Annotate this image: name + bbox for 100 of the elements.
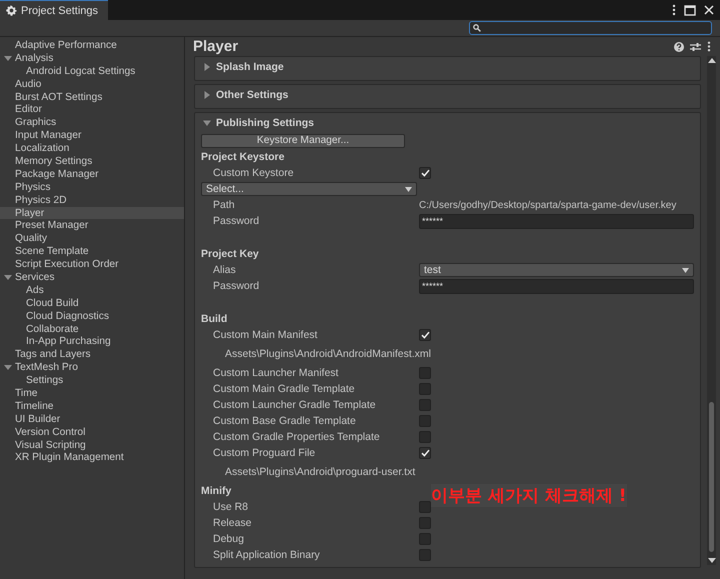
- sidebar-item[interactable]: Cloud Diagnostics: [0, 310, 184, 323]
- file-path: Assets\Plugins\Android\AndroidManifest.xml: [224, 348, 432, 360]
- setting-label: Alias: [212, 264, 237, 276]
- window-tab[interactable]: Project Settings: [0, 0, 108, 20]
- scroll-thumb[interactable]: [709, 402, 714, 552]
- setting-label: Use R8: [212, 501, 250, 513]
- sidebar-item[interactable]: UI Builder: [0, 412, 184, 426]
- setting-label: Custom Gradle Properties Template: [212, 431, 381, 443]
- search-field[interactable]: [469, 21, 712, 35]
- caret-icon: [682, 268, 689, 272]
- file-path: Assets\Plugins\Android\proguard-user.txt: [224, 466, 416, 478]
- scroll-up-icon[interactable]: [708, 58, 716, 63]
- setting-label: Custom Main Manifest: [212, 329, 318, 341]
- sidebar-item[interactable]: Input Manager: [0, 129, 184, 142]
- caret-icon: [405, 186, 412, 192]
- checkbox[interactable]: [419, 399, 431, 411]
- expand-arrow-icon[interactable]: [4, 364, 12, 372]
- sidebar-item[interactable]: XR Plugin Management: [0, 452, 184, 464]
- window-title: Project Settings: [21, 4, 98, 16]
- checkbox[interactable]: [419, 431, 431, 443]
- checkbox[interactable]: [419, 329, 431, 341]
- section-header[interactable]: Other Settings: [195, 85, 700, 104]
- annotation-text: 이부분 세가지 체크해제 !: [431, 484, 627, 507]
- setting-label: Custom Base Gradle Template: [212, 415, 357, 427]
- setting-label: Password: [212, 215, 260, 227]
- sidebar-item[interactable]: Services: [0, 271, 184, 284]
- setting-label: Split Application Binary: [212, 549, 321, 561]
- sidebar-item[interactable]: Localization: [0, 142, 184, 156]
- sliders-icon[interactable]: [690, 42, 701, 52]
- expand-arrow-icon[interactable]: [4, 54, 12, 62]
- password-field[interactable]: ******: [419, 214, 694, 228]
- sidebar-item[interactable]: Ads: [0, 284, 184, 297]
- scrollbar[interactable]: [707, 56, 716, 565]
- sidebar-item[interactable]: Graphics: [0, 116, 184, 130]
- sidebar-item[interactable]: Burst AOT Settings: [0, 90, 184, 104]
- sidebar-item[interactable]: Editor: [0, 103, 184, 116]
- settings-icon: [6, 5, 17, 16]
- checkbox[interactable]: [419, 517, 431, 529]
- sidebar-item[interactable]: Memory Settings: [0, 155, 184, 168]
- inspector-title: Player: [193, 38, 238, 55]
- sidebar-item[interactable]: Quality: [0, 232, 184, 246]
- sidebar-item[interactable]: Tags and Layers: [0, 348, 184, 362]
- setting-label: Debug: [212, 533, 245, 545]
- password-field[interactable]: ******: [419, 278, 694, 294]
- setting-label: Custom Launcher Manifest: [212, 367, 340, 379]
- checkbox[interactable]: [419, 533, 431, 545]
- sidebar-item[interactable]: Package Manager: [0, 168, 184, 181]
- sidebar-item[interactable]: Physics: [0, 180, 184, 194]
- setting-label: Path: [212, 199, 236, 211]
- setting-label: Custom Proguard File: [212, 447, 316, 459]
- keystore-dropdown[interactable]: Select...: [201, 182, 417, 196]
- sidebar-item[interactable]: Android Logcat Settings: [0, 64, 184, 78]
- expand-arrow-icon: [203, 118, 211, 126]
- sidebar-item[interactable]: Timeline: [0, 400, 184, 413]
- sidebar-item[interactable]: Preset Manager: [0, 219, 184, 232]
- sidebar-item[interactable]: Script Execution Order: [0, 258, 184, 272]
- sidebar-item[interactable]: Physics 2D: [0, 194, 184, 207]
- setting-label: Custom Main Gradle Template: [212, 383, 356, 395]
- search-icon: [473, 24, 481, 32]
- maximize-icon[interactable]: [684, 4, 696, 16]
- sidebar-item[interactable]: TextMesh Pro: [0, 361, 184, 374]
- sidebar-item[interactable]: Visual Scripting: [0, 438, 184, 452]
- group-heading: Build: [201, 313, 228, 325]
- sidebar-item[interactable]: Settings: [0, 374, 184, 388]
- sidebar-item[interactable]: Adaptive Performance: [0, 39, 184, 52]
- path-value: C:/Users/godhy/Desktop/sparta/sparta-game-dev/user.key: [419, 200, 678, 210]
- checkbox[interactable]: [419, 383, 431, 395]
- sidebar-item[interactable]: Time: [0, 387, 184, 400]
- sidebar-item[interactable]: Player: [0, 206, 184, 220]
- group-heading: Project Keystore: [201, 151, 284, 163]
- help-icon[interactable]: [674, 42, 684, 52]
- expand-arrow-icon: [203, 90, 211, 98]
- sidebar-item[interactable]: Cloud Build: [0, 296, 184, 310]
- expand-arrow-icon[interactable]: [4, 274, 12, 282]
- alias-dropdown[interactable]: test: [419, 263, 694, 277]
- sidebar-item[interactable]: In-App Purchasing: [0, 335, 184, 348]
- sidebar-item[interactable]: Version Control: [0, 426, 184, 439]
- checkbox[interactable]: [419, 549, 431, 561]
- section-header[interactable]: Splash Image: [195, 57, 700, 76]
- checkbox[interactable]: [419, 501, 431, 513]
- scroll-down-icon[interactable]: [708, 558, 716, 563]
- checkbox[interactable]: [419, 167, 431, 179]
- sidebar-item[interactable]: Analysis: [0, 52, 184, 65]
- sidebar-item[interactable]: Collaborate: [0, 322, 184, 336]
- checkbox[interactable]: [419, 367, 431, 379]
- setting-label: Password: [212, 280, 260, 292]
- checkbox[interactable]: [419, 447, 431, 459]
- checkbox[interactable]: [419, 415, 431, 427]
- sidebar-item[interactable]: Audio: [0, 78, 184, 91]
- group-heading: Minify: [201, 485, 232, 497]
- more-icon[interactable]: [707, 41, 711, 52]
- keystore-manager-button[interactable]: Keystore Manager...: [201, 134, 405, 148]
- close-icon[interactable]: [704, 5, 714, 15]
- setting-label: Custom Launcher Gradle Template: [212, 399, 377, 411]
- setting-label: Custom Keystore: [212, 167, 295, 179]
- sidebar-item[interactable]: Scene Template: [0, 245, 184, 258]
- more-icon[interactable]: [672, 4, 676, 16]
- section-header[interactable]: Publishing Settings: [195, 113, 700, 132]
- group-heading: Project Key: [201, 248, 259, 260]
- setting-label: Release: [212, 517, 253, 529]
